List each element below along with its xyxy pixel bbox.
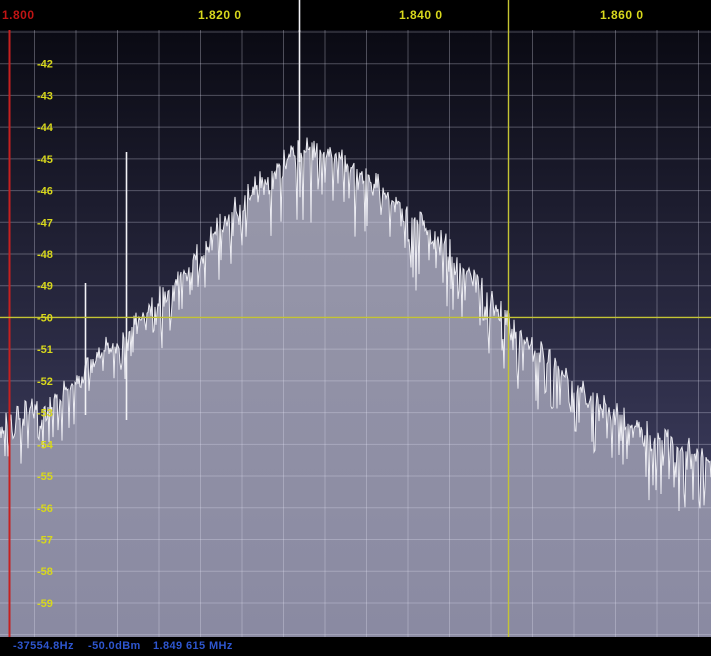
- spectrum-plot[interactable]: -42 -43 -44 -45 -46 -47 -48 -49 -50 -51 -52 -53 -54 -…: [0, 0, 711, 656]
- cursor-offset-readout: -37554.8Hz: [13, 640, 74, 652]
- y-axis-label: -57: [37, 535, 53, 547]
- y-axis-label: -45: [37, 154, 53, 166]
- freq-scale-label: 1.840 0: [399, 8, 443, 22]
- y-axis-label: -50: [37, 313, 53, 325]
- y-axis-label: -56: [37, 503, 53, 515]
- y-axis-label: -43: [37, 90, 53, 102]
- y-axis-label: -51: [37, 344, 53, 356]
- cursor-frequency-readout: 1.849 615 MHz: [153, 640, 233, 652]
- y-axis-label: -49: [37, 281, 53, 293]
- spectrum-analyzer-window: -42 -43 -44 -45 -46 -47 -48 -49 -50 -51 -52 -53 -54 -…: [0, 0, 711, 656]
- freq-scale-label: 1.820 0: [198, 8, 242, 22]
- y-axis-label: -42: [37, 59, 53, 71]
- freq-scale-label: 1.860 0: [600, 8, 644, 22]
- y-axis-label: -48: [37, 249, 53, 261]
- y-axis-label: -58: [37, 566, 53, 578]
- y-axis-label: -59: [37, 598, 53, 610]
- y-axis-label: -47: [37, 217, 53, 229]
- y-axis-label: -46: [37, 186, 53, 198]
- status-bar: -37554.8Hz -50.0dBm 1.849 615 MHz: [0, 637, 711, 656]
- y-axis-label: -52: [37, 376, 53, 388]
- y-axis-label: -53: [37, 408, 53, 420]
- frequency-scale[interactable]: 1.800 1.820 0 1.840 0 1.860 0: [0, 0, 711, 30]
- freq-scale-label: 1.800: [2, 8, 35, 22]
- y-axis-label: -55: [37, 471, 53, 483]
- cursor-level-readout: -50.0dBm: [88, 640, 141, 652]
- y-axis-label: -44: [37, 122, 54, 134]
- y-axis-label: -54: [37, 439, 54, 451]
